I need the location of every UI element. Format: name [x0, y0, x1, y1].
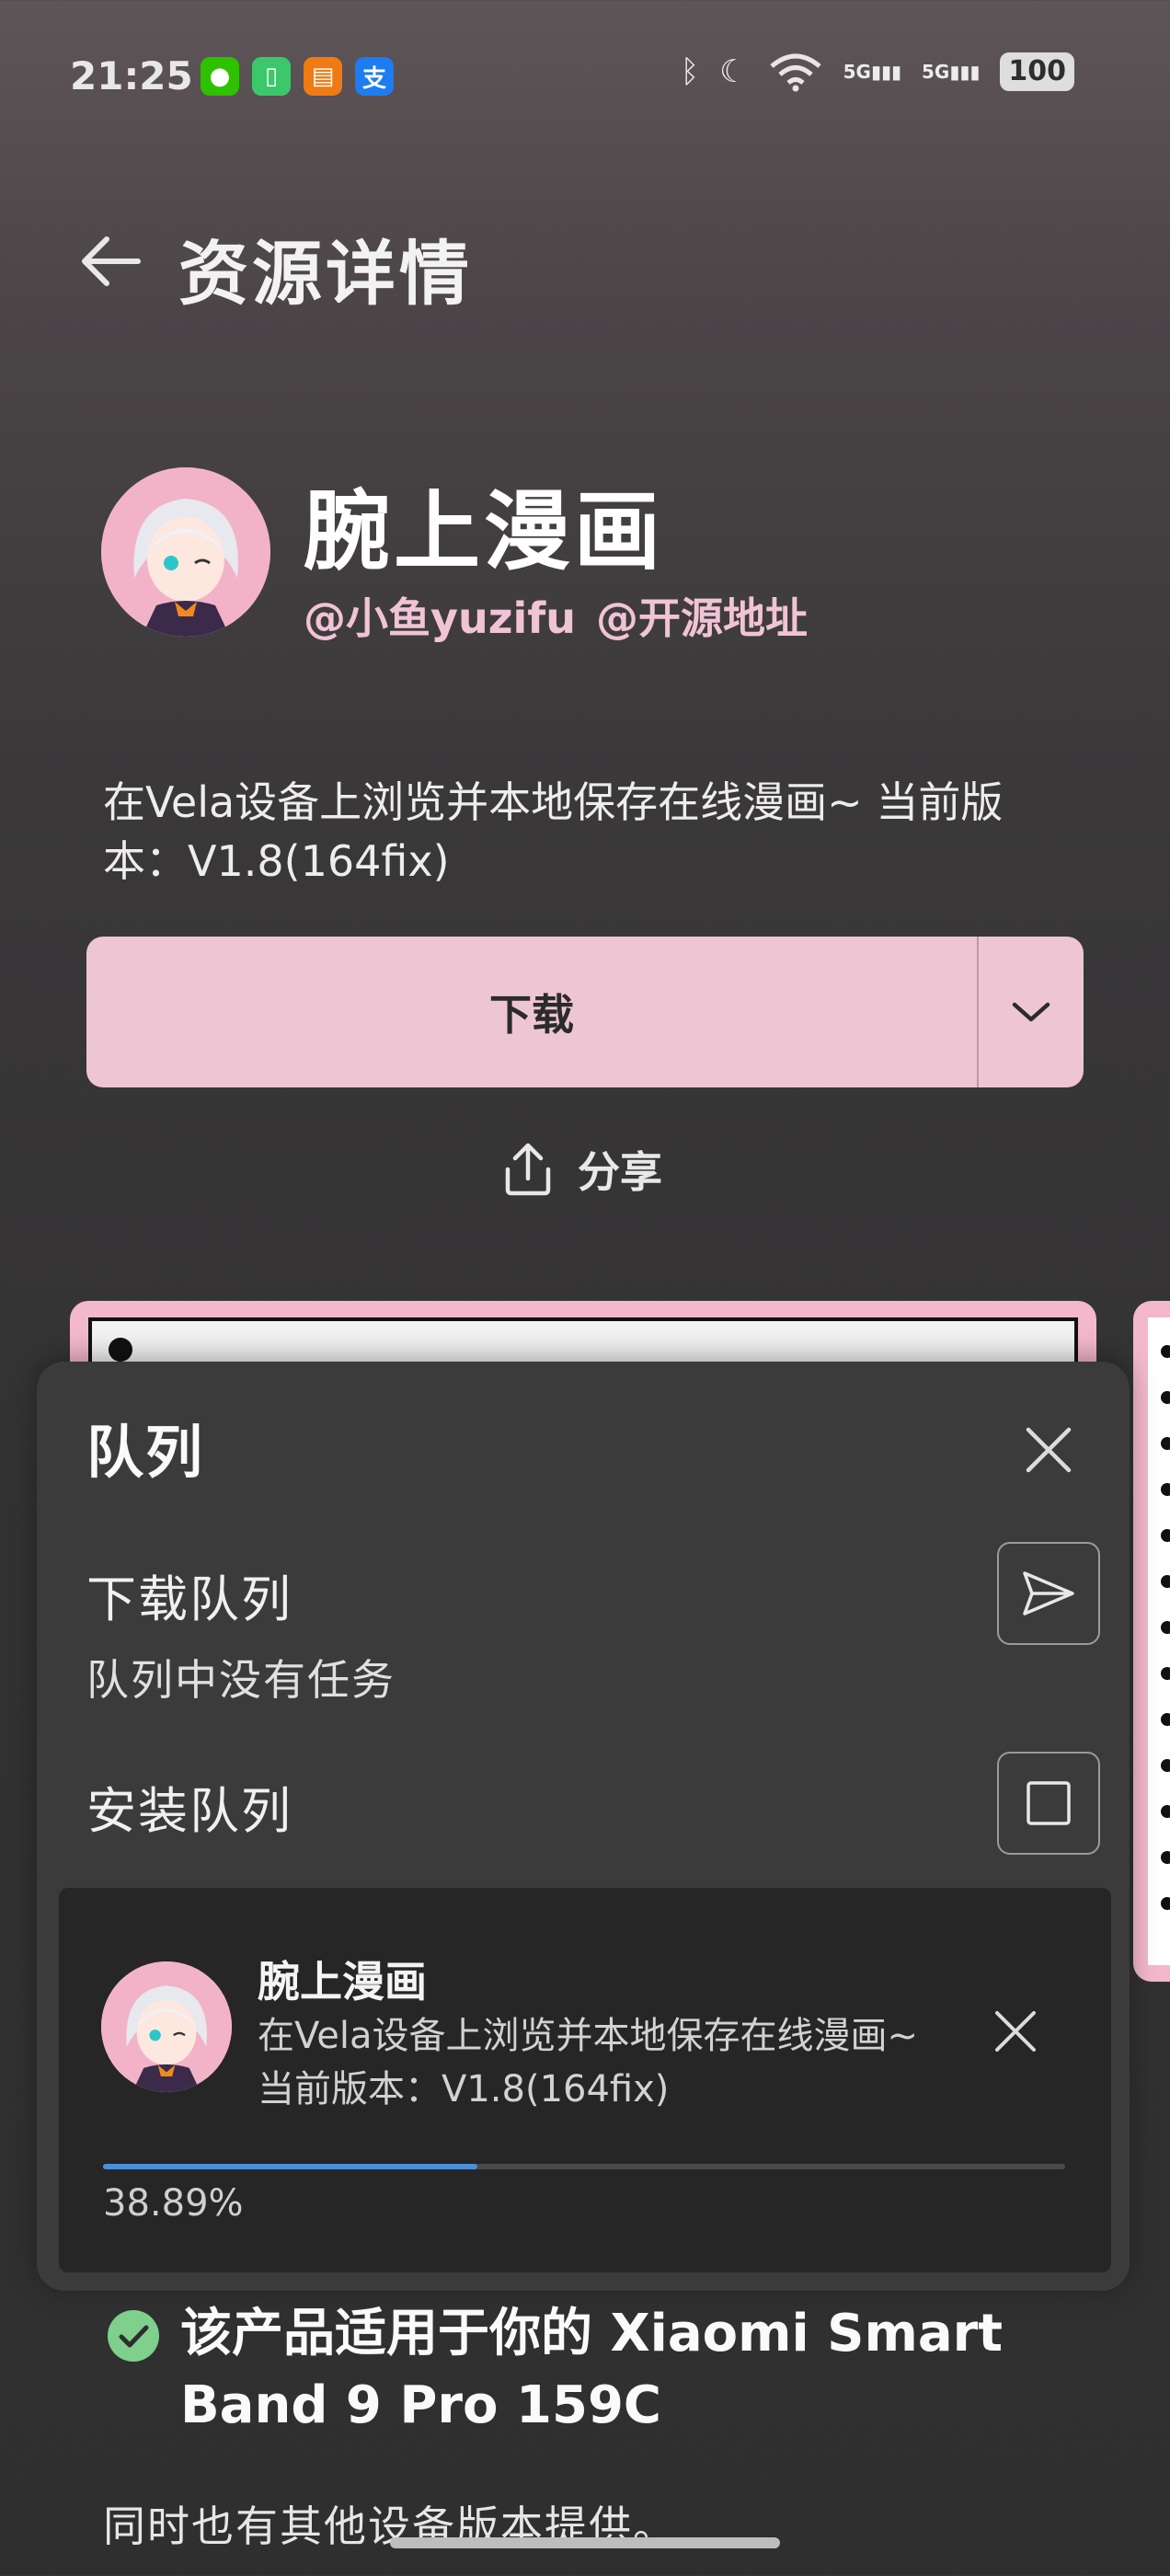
share-button[interactable]: 分享	[502, 1139, 662, 1200]
battery-icon: 100	[1000, 52, 1074, 91]
check-circle-icon	[108, 2310, 159, 2362]
anime-girl-avatar-icon	[101, 1961, 232, 2092]
close-icon[interactable]	[1015, 1417, 1082, 1483]
task-progress-bar	[103, 2164, 1065, 2169]
status-indicators: ᛒ ☾ 5G▮▮▮ 5G▮▮▮ 100	[681, 52, 1074, 92]
wifi-icon	[770, 53, 821, 92]
app-name: 腕上漫画	[304, 482, 665, 582]
signal-icon-2: 5G▮▮▮	[922, 61, 981, 83]
download-button[interactable]: 下载	[86, 937, 977, 1087]
page-title: 资源详情	[178, 233, 473, 315]
wechat-icon: ●	[201, 57, 239, 96]
app-description: 在Vela设备上浏览并本地保存在线漫画~ 当前版本：V1.8(164fix)	[103, 777, 1004, 886]
source-code-link[interactable]: @开源地址	[596, 585, 808, 646]
share-icon	[505, 1143, 551, 1196]
compatibility-message: 该产品适用于你的 Xiaomi Smart Band 9 Pro 159C	[180, 2304, 1004, 2435]
author-link[interactable]: @小鱼yuzifu	[304, 585, 576, 646]
anime-girl-avatar-icon	[101, 467, 270, 637]
task-progress-text: 38.89%	[103, 2182, 244, 2225]
download-options-dropdown[interactable]	[979, 937, 1084, 1087]
task-app-name: 腕上漫画	[258, 1957, 427, 2007]
chevron-down-icon	[1012, 1002, 1050, 1022]
send-icon	[1023, 1571, 1074, 1616]
moon-icon: ☾	[719, 53, 748, 90]
back-arrow-icon[interactable]	[74, 224, 147, 298]
reader-app-icon: ▤	[304, 57, 342, 96]
download-queue-empty-text: 队列中没有任务	[86, 1655, 396, 1705]
task-progress-fill	[103, 2164, 477, 2169]
task-app-avatar	[101, 1961, 232, 2092]
cancel-task-icon[interactable]	[986, 2002, 1045, 2061]
status-app-icons: ● ▯ ▤ 支	[201, 57, 394, 96]
task-app-description: 在Vela设备上浏览并本地保存在线漫画~ 当前版本：V1.8(164fix)	[258, 2015, 919, 2110]
start-download-queue-button[interactable]	[997, 1542, 1100, 1645]
download-queue-label: 下载队列	[86, 1570, 292, 1628]
install-queue-label: 安装队列	[86, 1782, 292, 1840]
status-time: 21:25	[70, 53, 193, 98]
preview-screenshot-2[interactable]	[1133, 1301, 1170, 1982]
battery-app-icon: ▯	[252, 57, 291, 96]
queue-title: 队列	[86, 1419, 205, 1486]
bluetooth-icon: ᛒ	[680, 53, 700, 90]
install-queue-stop-button[interactable]	[997, 1752, 1100, 1855]
share-label: 分享	[578, 1147, 662, 1197]
alipay-icon: 支	[355, 57, 394, 96]
signal-icon-1: 5G▮▮▮	[843, 61, 901, 83]
home-indicator[interactable]	[390, 2537, 780, 2548]
app-avatar	[101, 467, 270, 637]
stop-square-icon	[1027, 1781, 1071, 1825]
